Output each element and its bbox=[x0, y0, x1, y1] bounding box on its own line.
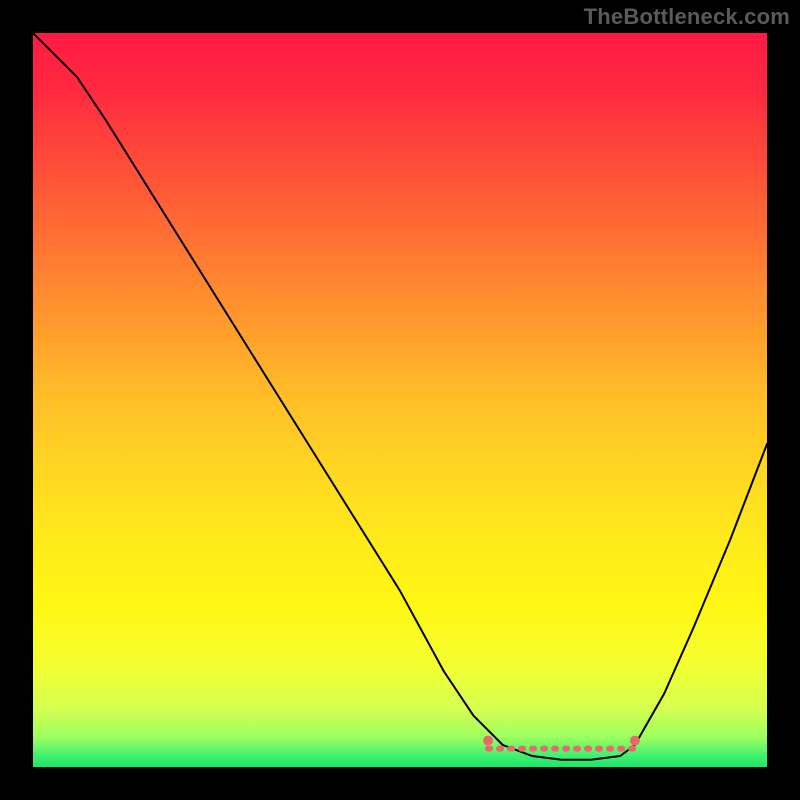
chart-plot-area bbox=[33, 33, 767, 767]
gradient-background bbox=[33, 33, 767, 767]
watermark-text: TheBottleneck.com bbox=[584, 4, 790, 30]
bottleneck-chart bbox=[33, 33, 767, 767]
